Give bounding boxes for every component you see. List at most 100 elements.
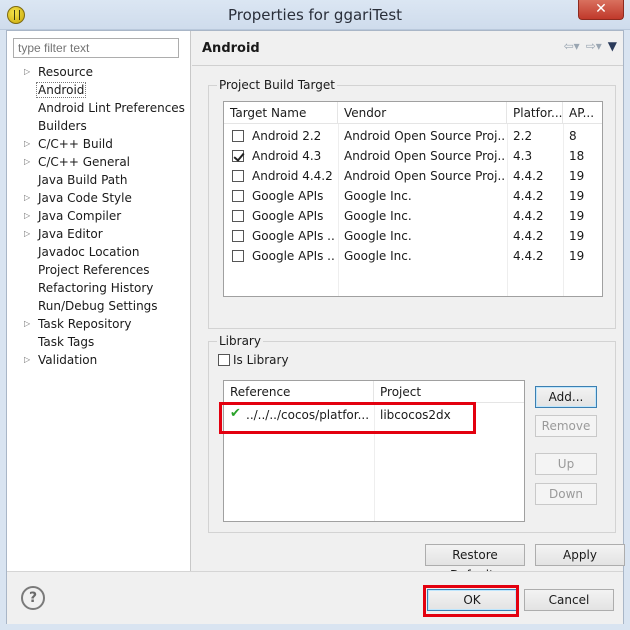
column-header-api[interactable]: AP...	[563, 102, 602, 124]
tree-item-label: Project References	[38, 263, 150, 277]
target-platform-cell: 4.4.2	[513, 249, 544, 263]
column-header-vendor[interactable]: Vendor	[338, 102, 507, 124]
tree-item[interactable]: ▷ Java Editor	[7, 225, 191, 243]
build-target-row[interactable]: Android 4.3 Android Open Source Proj... 4.…	[224, 146, 602, 166]
expand-arrow-icon[interactable]: ▷	[24, 189, 30, 207]
target-checkbox[interactable]	[232, 250, 244, 262]
apply-button[interactable]: Apply	[535, 544, 625, 566]
target-name-cell: Android 2.2	[252, 129, 322, 143]
target-checkbox[interactable]	[232, 130, 244, 142]
build-target-row[interactable]: Google APIs ... Google Inc. 4.4.2 19	[224, 226, 602, 246]
target-checkbox[interactable]	[232, 210, 244, 222]
build-target-row[interactable]: Google APIs ... Google Inc. 4.4.2 19	[224, 246, 602, 266]
column-header-reference[interactable]: Reference	[224, 381, 374, 403]
expand-arrow-icon[interactable]: ▷	[24, 225, 30, 243]
tree-item[interactable]: Refactoring History	[7, 279, 191, 297]
is-library-checkbox[interactable]: Is Library	[218, 352, 289, 367]
help-icon[interactable]: ?	[21, 586, 45, 610]
add-button[interactable]: Add...	[535, 386, 597, 408]
down-button[interactable]: Down	[535, 483, 597, 505]
column-header-target-name[interactable]: Target Name	[224, 102, 338, 124]
target-name-cell: Android 4.3	[252, 149, 322, 163]
target-name-cell: Google APIs ...	[252, 249, 336, 263]
target-vendor-cell: Google Inc.	[344, 229, 412, 243]
target-checkbox[interactable]	[232, 230, 244, 242]
build-target-group-label: Project Build Target	[217, 78, 337, 92]
tree-item-label: Java Build Path	[38, 173, 128, 187]
expand-arrow-icon[interactable]: ▷	[24, 351, 30, 369]
tree-item-label: Java Compiler	[38, 209, 122, 223]
forward-icon[interactable]: ⇨▾	[586, 39, 602, 53]
target-api-cell: 19	[569, 169, 585, 183]
tree-item-label: Android	[36, 82, 87, 98]
build-target-row[interactable]: Android 4.4.2 Android Open Source Proj...…	[224, 166, 602, 186]
library-group-label: Library	[217, 334, 263, 348]
tree-item[interactable]: Android	[7, 81, 191, 99]
tree-item-label: Java Code Style	[38, 191, 132, 205]
tree-item[interactable]: ▷ Resource	[7, 63, 191, 81]
tree-item[interactable]: Run/Debug Settings	[7, 297, 191, 315]
build-target-row[interactable]: Android 2.2 Android Open Source Proj... 2.…	[224, 126, 602, 146]
target-api-cell: 19	[569, 229, 585, 243]
column-header-project[interactable]: Project	[374, 381, 524, 403]
ok-button-highlight	[423, 585, 519, 617]
target-platform-cell: 4.4.2	[513, 189, 544, 203]
tree-item[interactable]: Task Tags	[7, 333, 191, 351]
tree-item[interactable]: Project References	[7, 261, 191, 279]
close-button[interactable]: ✕	[578, 0, 624, 20]
target-name-cell: Google APIs	[252, 209, 324, 223]
target-name-cell: Android 4.4.2	[252, 169, 333, 183]
page-title: Android	[202, 41, 260, 56]
expand-arrow-icon[interactable]: ▷	[24, 153, 30, 171]
tree-item[interactable]: ▷ C/C++ General	[7, 153, 191, 171]
expand-arrow-icon[interactable]: ▷	[24, 315, 30, 333]
remove-button[interactable]: Remove	[535, 415, 597, 437]
filter-input[interactable]	[13, 38, 179, 58]
target-checkbox[interactable]	[232, 150, 244, 162]
is-library-checkbox-box[interactable]	[218, 354, 230, 366]
tree-item[interactable]: Builders	[7, 117, 191, 135]
target-platform-cell: 4.4.2	[513, 229, 544, 243]
target-api-cell: 19	[569, 189, 585, 203]
tree-item[interactable]: Java Build Path	[7, 171, 191, 189]
tree-item[interactable]: ▷ Java Code Style	[7, 189, 191, 207]
properties-dialog: ▷ Resource Android Android Lint Preferences…	[6, 30, 625, 624]
target-vendor-cell: Android Open Source Proj...	[344, 129, 504, 143]
tree-item[interactable]: ▷ Java Compiler	[7, 207, 191, 225]
tree-item-label: Java Editor	[38, 227, 103, 241]
build-target-row[interactable]: Google APIs Google Inc. 4.4.2 19	[224, 206, 602, 226]
target-api-cell: 19	[569, 209, 585, 223]
target-name-cell: Google APIs	[252, 189, 324, 203]
target-checkbox[interactable]	[232, 170, 244, 182]
column-header-platform[interactable]: Platfor...	[507, 102, 563, 124]
library-group: Library Is Library Reference Project ✔ .…	[208, 334, 616, 533]
expand-arrow-icon[interactable]: ▷	[24, 207, 30, 225]
tree-item[interactable]: Javadoc Location	[7, 243, 191, 261]
page-navigation: ⇦▾ ⇨▾ ▼	[564, 39, 617, 53]
target-vendor-cell: Google Inc.	[344, 249, 412, 263]
tree-item[interactable]: ▷ Task Repository	[7, 315, 191, 333]
category-tree: ▷ Resource Android Android Lint Preferences…	[7, 63, 191, 369]
tree-item[interactable]: Android Lint Preferences	[7, 99, 191, 117]
back-icon[interactable]: ⇦▾	[564, 39, 580, 53]
target-checkbox[interactable]	[232, 190, 244, 202]
tree-item[interactable]: ▷ C/C++ Build	[7, 135, 191, 153]
build-target-row[interactable]: Google APIs Google Inc. 4.4.2 19	[224, 186, 602, 206]
tree-item[interactable]: ▷ Validation	[7, 351, 191, 369]
cancel-button[interactable]: Cancel	[524, 589, 614, 611]
expand-arrow-icon[interactable]: ▷	[24, 135, 30, 153]
tree-item-label: Validation	[38, 353, 98, 367]
expand-arrow-icon[interactable]: ▷	[24, 63, 30, 81]
tree-item-label: Resource	[38, 65, 94, 79]
tree-item-label: C/C++ General	[38, 155, 131, 169]
up-button[interactable]: Up	[535, 453, 597, 475]
view-menu-icon[interactable]: ▼	[608, 39, 617, 53]
dialog-button-bar: ? OK Cancel	[7, 571, 623, 624]
page-pane: Android ⇦▾ ⇨▾ ▼ Project Build Target Tar…	[192, 31, 625, 582]
restore-defaults-button[interactable]: Restore Defaults	[425, 544, 525, 582]
is-library-label: Is Library	[233, 353, 289, 367]
tree-item-label: Task Repository	[38, 317, 132, 331]
build-target-group: Project Build Target Target Name Vendor …	[208, 78, 616, 329]
target-name-cell: Google APIs ...	[252, 229, 336, 243]
library-row-highlight	[219, 402, 476, 434]
